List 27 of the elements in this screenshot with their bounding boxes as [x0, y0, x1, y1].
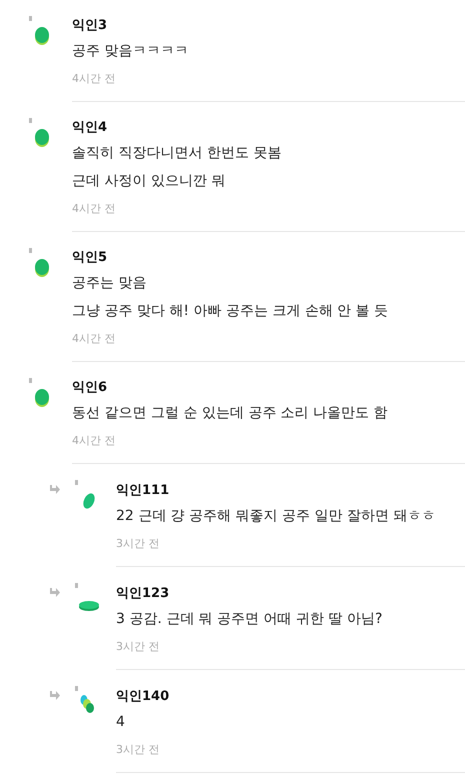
comment-time: 3시간 전: [116, 536, 160, 552]
comment-text: 동선 같으면 그럴 순 있는데 공주 소리 나올만도 함: [72, 404, 389, 423]
author-name: 익인6: [72, 379, 108, 397]
author-name: 익인4: [72, 119, 108, 137]
comment-time: 4시간 전: [72, 201, 116, 217]
reply-arrow-icon: [48, 588, 60, 598]
comment-text: 솔직히 직장다니면서 한번도 못봄: [72, 144, 282, 163]
author-name: 익인5: [72, 249, 108, 267]
comment-text: 그냥 공주 맞다 해! 아빠 공주는 크게 손해 안 볼 듯: [72, 302, 390, 321]
comment-text: 공주는 맞음: [72, 274, 148, 293]
comment-time: 4시간 전: [72, 71, 116, 87]
avatar-icon: [74, 582, 100, 612]
comment-time: 3시간 전: [116, 639, 160, 655]
author-name: 익인123: [116, 585, 170, 603]
author-name: 익인140: [116, 688, 170, 706]
comment-time: 4시간 전: [72, 331, 116, 347]
comment-text: 근데 사정이 있으니깐 뭐: [72, 172, 226, 191]
comment-text: 4: [116, 713, 126, 732]
author-name: 익인111: [116, 482, 170, 500]
comment-text: 공주 맞음ㅋㅋㅋㅋ: [72, 42, 190, 61]
comment-time: 4시간 전: [72, 433, 116, 449]
comment-time: 3시간 전: [116, 742, 160, 758]
reply-arrow-icon: [48, 485, 60, 495]
author-name: 익인3: [72, 17, 108, 35]
comment-text: 22 근데 걍 공주해 뭐좋지 공주 일만 잘하면 돼ㅎㅎ: [116, 507, 436, 526]
comment-text: 3 공감. 근데 뭐 공주면 어때 귀한 딸 아님?: [116, 610, 384, 629]
reply-arrow-icon: [48, 691, 60, 701]
